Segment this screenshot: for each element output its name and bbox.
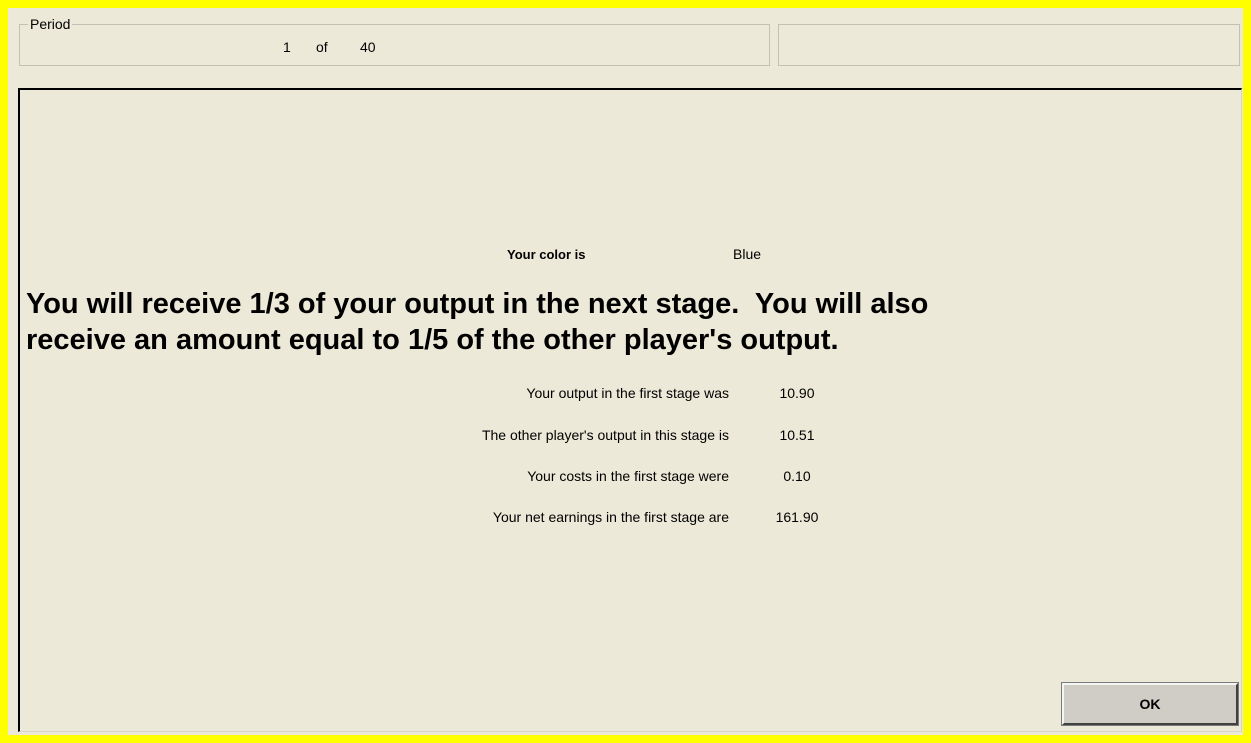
net-earnings-value: 161.90 [775, 509, 819, 525]
main-panel: Your color is Blue You will receive 1/3 … [18, 88, 1242, 732]
output-first-stage-label: Your output in the first stage was [526, 385, 729, 401]
period-legend: Period [28, 16, 73, 32]
color-label: Your color is [507, 247, 586, 262]
window-frame: Period 1 of 40 Your color is Blue You wi… [8, 8, 1243, 735]
headline-line-2: receive an amount equal to 1/5 of the ot… [26, 324, 839, 356]
period-current: 1 [283, 39, 291, 55]
headline: You will receive 1/3 of your output in t… [26, 286, 1206, 358]
headline-line-1: You will receive 1/3 of your output in t… [26, 288, 929, 320]
costs-value: 0.10 [783, 468, 811, 484]
output-first-stage-value: 10.90 [779, 385, 815, 401]
net-earnings-label: Your net earnings in the first stage are [492, 509, 729, 525]
info-group [778, 24, 1240, 66]
costs-label: Your costs in the first stage were [527, 468, 729, 484]
period-total: 40 [360, 39, 376, 55]
color-value: Blue [733, 246, 762, 262]
period-of-label: of [316, 39, 328, 55]
ok-button[interactable]: OK [1061, 682, 1239, 726]
other-output-label: The other player's output in this stage … [481, 427, 729, 443]
period-group: Period 1 of 40 [19, 16, 770, 66]
other-output-value: 10.51 [779, 427, 815, 443]
